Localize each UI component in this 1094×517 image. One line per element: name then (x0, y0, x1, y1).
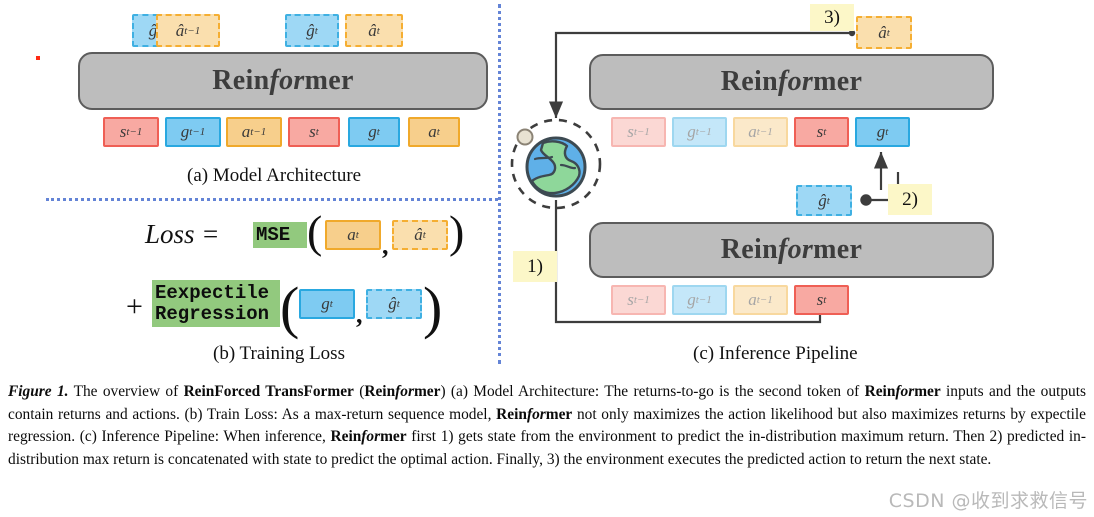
loss-plus: + (126, 290, 143, 323)
caption-figure-label: Figure 1. (8, 383, 69, 400)
token-label: â (175, 20, 185, 40)
token-label: g (321, 294, 330, 313)
token-label: s (816, 122, 824, 141)
loss-comma-1: , (382, 231, 389, 260)
token-s-t-top: st (794, 117, 849, 147)
loss-fn-mse: MSE (253, 222, 307, 248)
figure-canvas: ĝt−1 ât−1 ĝt ât Reinformer st−1 gt−1 at−… (0, 0, 1094, 375)
token-label: a (428, 122, 437, 141)
token-label: s (627, 290, 634, 309)
loss-fn-label: MSE (256, 223, 291, 246)
token-g-hat-t-loss: ĝt (366, 289, 422, 319)
loss-fn-expectile-regression: Eexpectile Regression (152, 280, 280, 327)
model-block-architecture: Reinformer (78, 52, 488, 110)
token-s-t-minus-1: s t−1 (103, 117, 159, 147)
caption-text: The overview of ReinForced TransFormer (… (8, 383, 1087, 468)
model-block-inference-top: Reinformer (589, 54, 994, 110)
token-label: s (816, 290, 824, 309)
panel-divider-horizontal (46, 198, 498, 201)
token-g-hat-t: ĝt (285, 14, 339, 47)
token-label: s (627, 122, 634, 141)
token-label: ĝ (306, 20, 315, 40)
paren-close-2: ) (423, 275, 443, 340)
token-g-t-minus-1-bottom: g t−1 (672, 285, 727, 315)
token-g-t-minus-1: g t−1 (165, 117, 221, 147)
globe-icon (510, 118, 602, 210)
token-label: a (347, 225, 356, 244)
token-g-t-minus-1-top: g t−1 (672, 117, 727, 147)
token-a-t-minus-1: a t−1 (226, 117, 282, 147)
token-label: a (748, 290, 757, 309)
paren-close-1: ) (449, 206, 465, 257)
token-a-hat-t-loss: ât (392, 220, 448, 250)
panel-caption-c: (c) Inference Pipeline (693, 343, 858, 364)
token-label: â (878, 22, 887, 42)
stray-red-dot (36, 56, 40, 60)
step-label-2: 2) (888, 184, 932, 215)
token-a-t-minus-1-bottom: a t−1 (733, 285, 788, 315)
token-label: s (119, 122, 127, 141)
loss-fn-label-line1: Eexpectile (155, 282, 270, 305)
paren-open-1: ( (307, 206, 323, 257)
token-label: g (687, 122, 696, 141)
model-block-title: Reinformer (212, 65, 354, 96)
loss-fn-label-line2: Regression (155, 302, 270, 325)
token-g-t-top: gt (855, 117, 910, 147)
paren-open-2: ( (280, 275, 300, 340)
token-a-hat-t-minus-1: â t−1 (156, 14, 220, 47)
token-s-t: st (288, 117, 340, 147)
loss-word: Loss = (145, 219, 220, 249)
model-block-inference-bottom: Reinformer (589, 222, 994, 278)
panel-caption-b: (b) Training Loss (213, 343, 345, 364)
token-g-hat-t-inference: ĝt (796, 185, 852, 216)
token-label: g (687, 290, 696, 309)
token-label: â (368, 20, 377, 40)
token-label: â (414, 225, 423, 244)
token-g-t-loss: gt (299, 289, 355, 319)
token-a-hat-t: ât (345, 14, 403, 47)
token-label: g (180, 122, 190, 141)
model-block-title: Reinformer (720, 234, 863, 265)
figure-caption: Figure 1. The overview of ReinForced Tra… (8, 381, 1086, 472)
token-s-t-minus-1-bottom: s t−1 (611, 285, 666, 315)
loss-comma-2: , (356, 300, 363, 329)
token-s-t-minus-1-top: s t−1 (611, 117, 666, 147)
step-label-1: 1) (513, 251, 557, 282)
token-label: ĝ (818, 190, 827, 210)
panel-caption-a: (a) Model Architecture (187, 165, 362, 186)
token-a-hat-t-inference: ât (856, 16, 912, 49)
token-g-t: gt (348, 117, 400, 147)
token-label: g (876, 122, 886, 141)
token-a-t-minus-1-top: a t−1 (733, 117, 788, 147)
model-block-title: Reinformer (720, 66, 863, 97)
token-label: g (368, 122, 377, 141)
csdn-watermark: CSDN @收到求救信号 (888, 490, 1088, 512)
token-a-t: at (408, 117, 460, 147)
token-label: ĝ (388, 294, 397, 313)
token-a-t-loss: at (325, 220, 381, 250)
token-label: s (309, 122, 316, 141)
token-s-t-bottom: st (794, 285, 849, 315)
panel-divider-vertical (498, 4, 501, 364)
step-label-3: 3) (810, 4, 854, 31)
token-label: a (748, 122, 757, 141)
token-label: a (241, 122, 251, 141)
